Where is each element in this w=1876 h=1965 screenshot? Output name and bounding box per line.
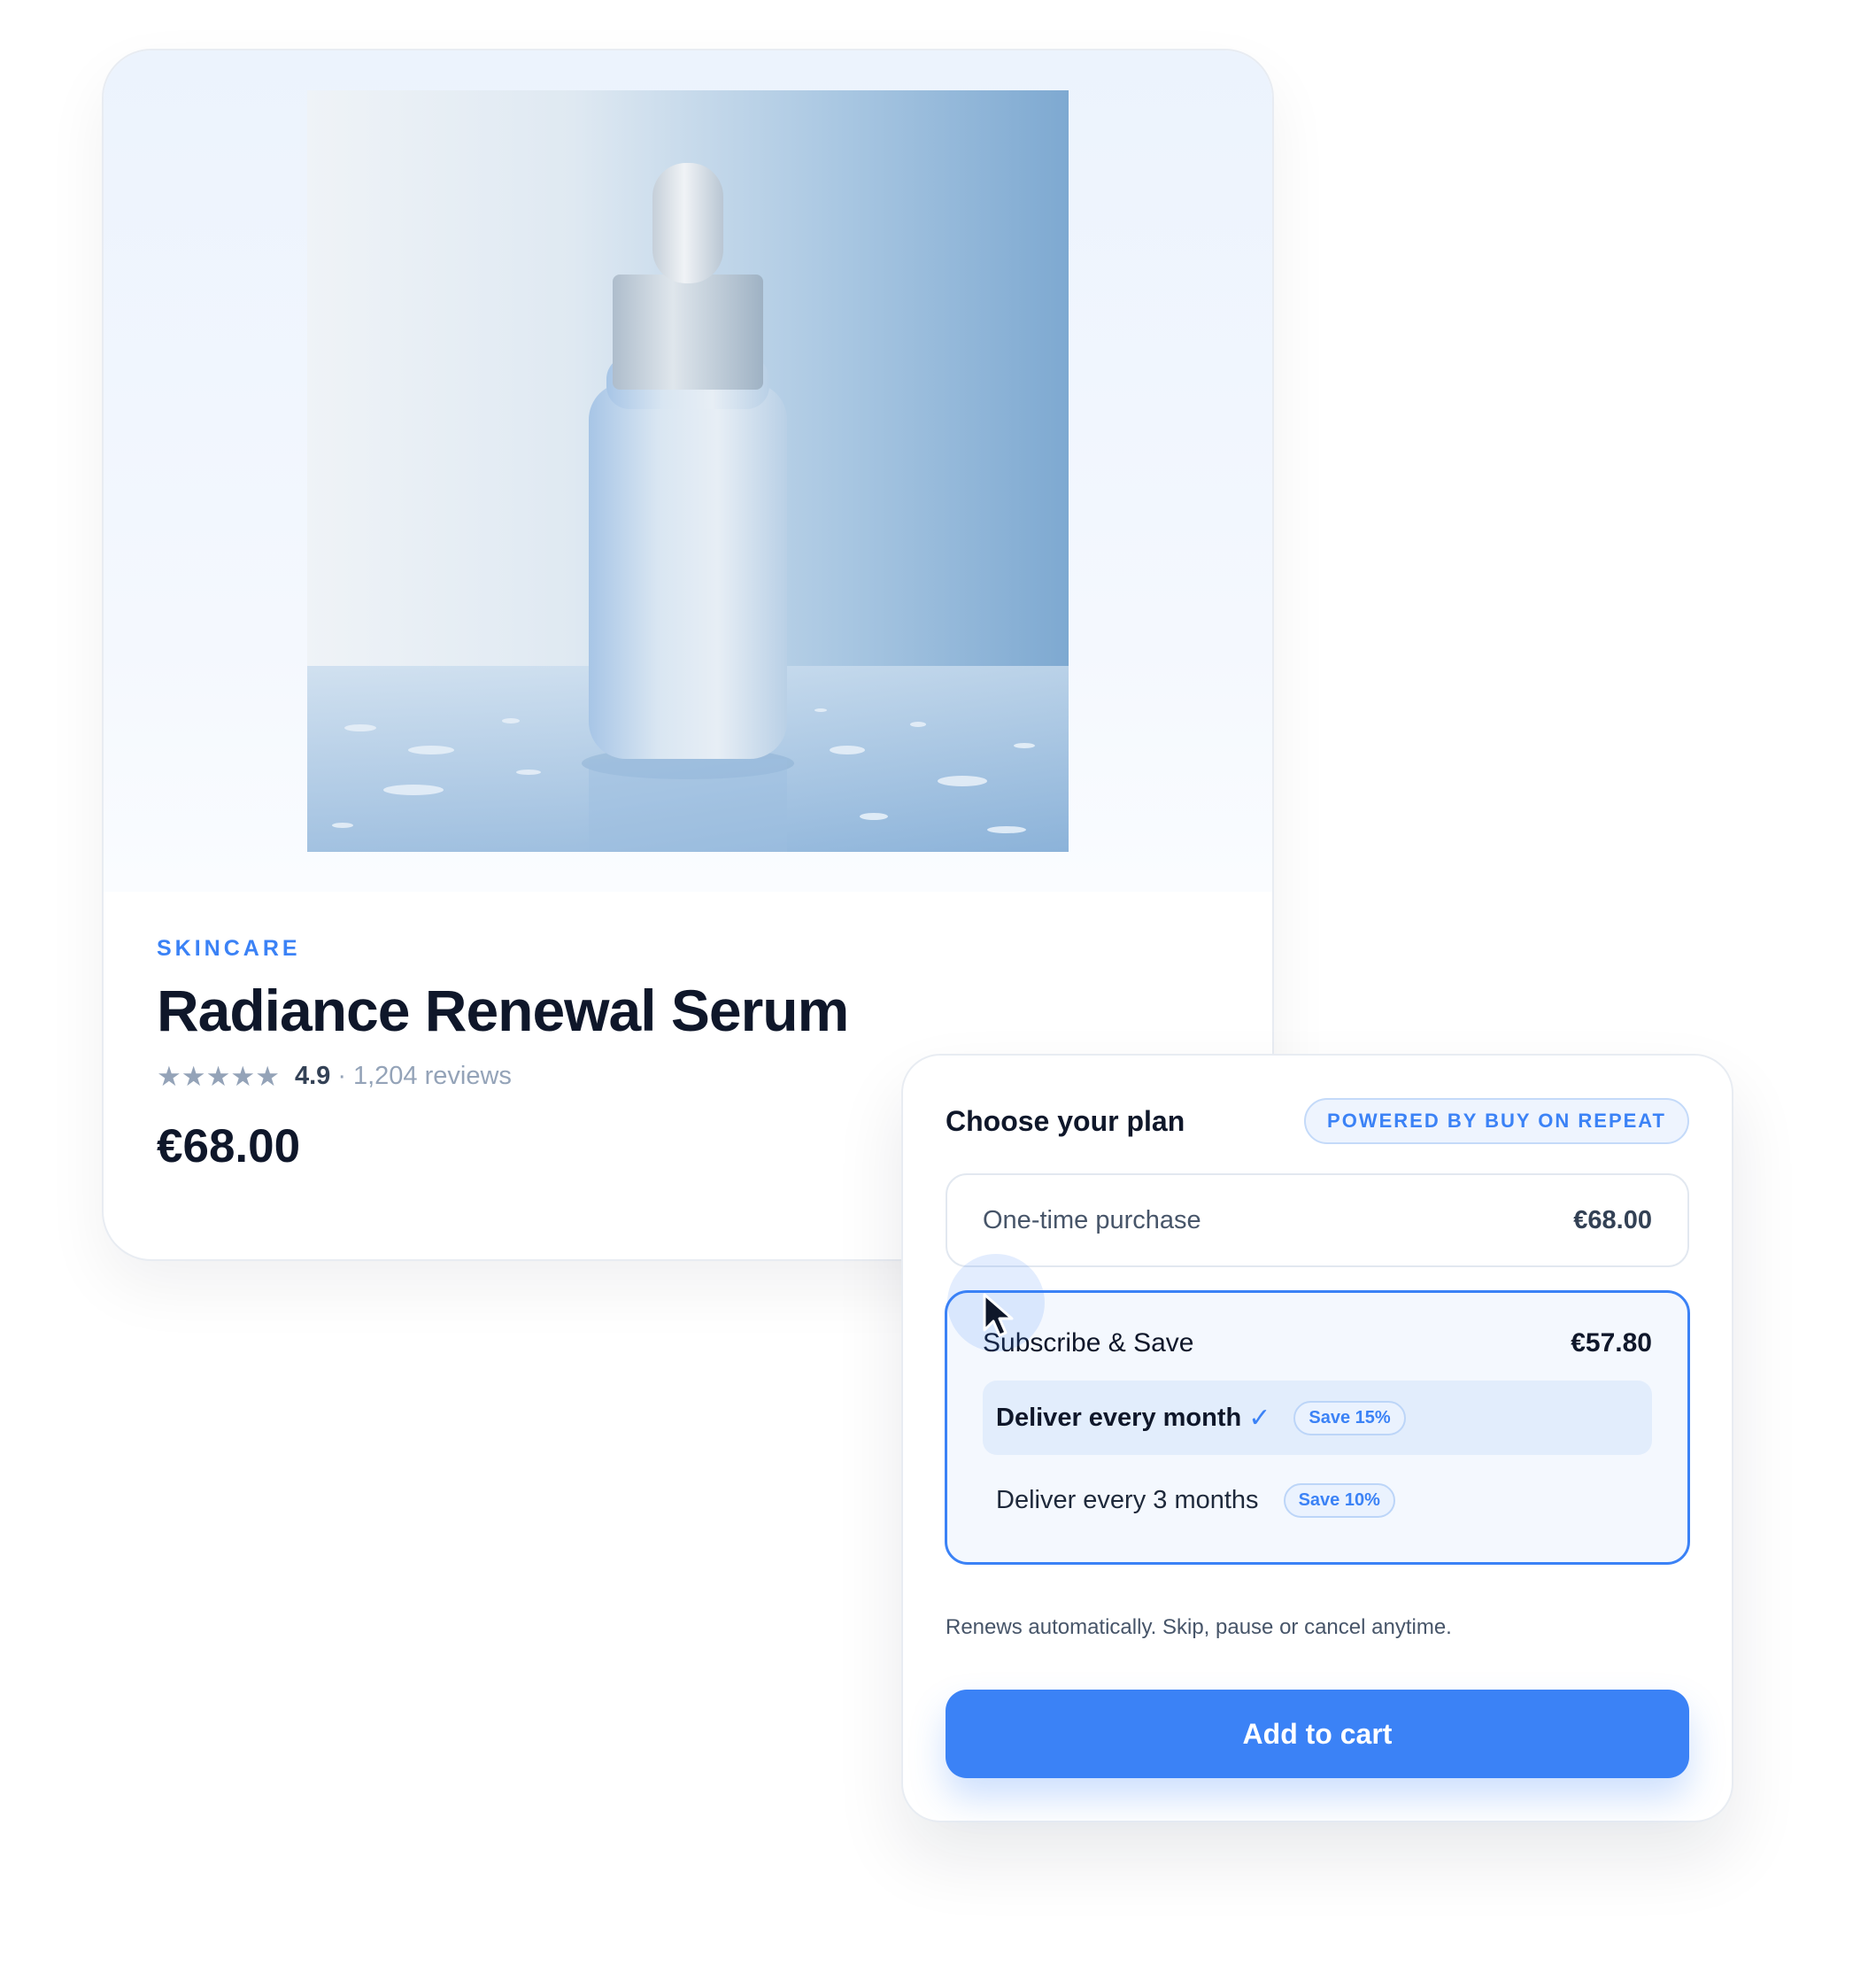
frequency-option-monthly[interactable]: Deliver every month ✓ Save 15% bbox=[983, 1381, 1652, 1455]
save-badge: Save 15% bbox=[1293, 1400, 1406, 1435]
star-icon: ★ bbox=[230, 1060, 255, 1092]
one-time-price: €68.00 bbox=[1573, 1205, 1652, 1234]
product-hero bbox=[104, 50, 1272, 892]
save-badge: Save 10% bbox=[1283, 1482, 1395, 1518]
plan-widget: Choose your plan POWERED BY BUY ON REPEA… bbox=[901, 1054, 1733, 1822]
star-icon: ★ bbox=[205, 1060, 231, 1092]
renew-note: Renews automatically. Skip, pause or can… bbox=[946, 1615, 1452, 1639]
subscribe-price: €57.80 bbox=[1571, 1328, 1652, 1358]
product-title: Radiance Renewal Serum bbox=[157, 978, 849, 1043]
rating-separator: · bbox=[337, 1062, 346, 1091]
check-icon: ✓ bbox=[1248, 1403, 1271, 1433]
add-to-cart-button[interactable]: Add to cart bbox=[946, 1690, 1689, 1778]
one-time-purchase-option[interactable]: One-time purchase €68.00 bbox=[946, 1173, 1689, 1267]
product-image bbox=[307, 90, 1069, 852]
one-time-label: One-time purchase bbox=[983, 1205, 1201, 1234]
plan-heading: Choose your plan bbox=[946, 1104, 1185, 1137]
star-icon: ★ bbox=[157, 1060, 181, 1092]
frequency-label: Deliver every month bbox=[996, 1403, 1242, 1432]
frequency-label: Deliver every 3 months bbox=[996, 1485, 1259, 1514]
rating-stars: ★ ★ ★ ★ ★ bbox=[157, 1060, 280, 1093]
product-category: SKINCARE bbox=[157, 936, 301, 961]
star-icon: ★ bbox=[181, 1060, 206, 1092]
star-icon: ★ bbox=[255, 1060, 280, 1092]
rating-value: 4.9 bbox=[294, 1062, 331, 1091]
powered-by-badge: POWERED BY BUY ON REPEAT bbox=[1304, 1098, 1689, 1144]
plan-header: Choose your plan POWERED BY BUY ON REPEA… bbox=[946, 1098, 1689, 1144]
review-count-link[interactable]: 1,204 reviews bbox=[353, 1062, 512, 1091]
frequency-option-quarterly[interactable]: Deliver every 3 months Save 10% bbox=[983, 1463, 1652, 1537]
subscribe-save-option[interactable]: Subscribe & Save €57.80 Deliver every mo… bbox=[945, 1290, 1690, 1565]
subscribe-header: Subscribe & Save €57.80 bbox=[983, 1328, 1652, 1358]
mouse-pointer-icon bbox=[983, 1293, 1015, 1343]
